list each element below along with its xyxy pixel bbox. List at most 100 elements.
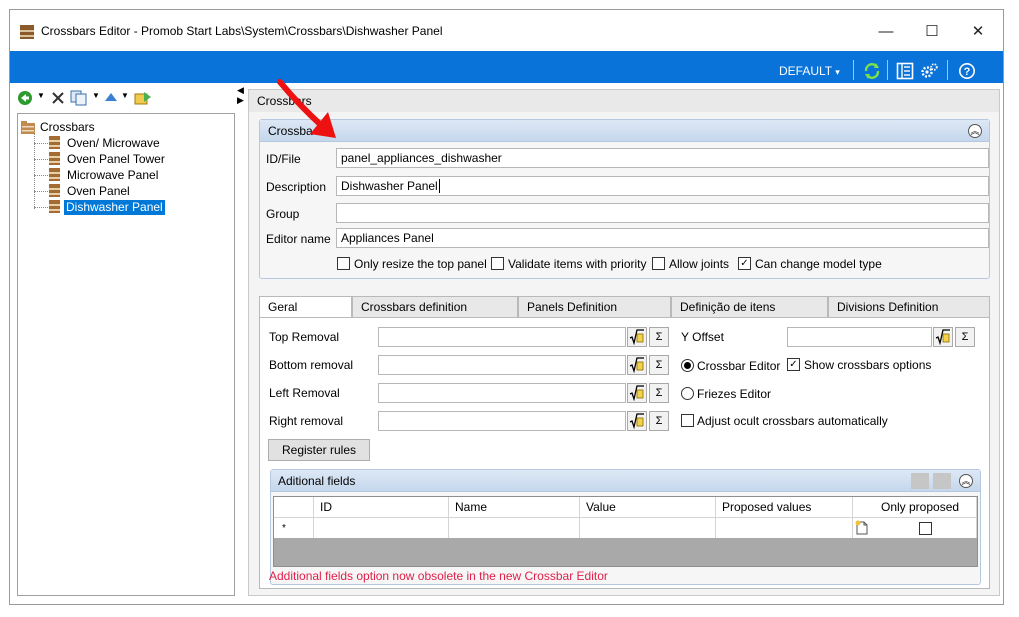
additional-fields-group: Aditional fields ︽ ID Name Value Propose… [270, 469, 981, 585]
expand-right-icon[interactable]: ▶ [237, 96, 244, 105]
show-crossbars-options-checkbox[interactable]: ✓ [787, 358, 800, 371]
id-file-input[interactable]: panel_appliances_dishwasher [336, 148, 989, 168]
delete-icon[interactable] [50, 90, 66, 106]
refresh-icon[interactable] [863, 62, 881, 80]
new-row-value-cell[interactable] [580, 517, 716, 538]
tree-item-oven-microwave[interactable]: Oven/ Microwave [65, 136, 162, 151]
profile-dropdown[interactable]: DEFAULT ▾ [779, 64, 840, 78]
tree-item-oven-panel[interactable]: Oven Panel [65, 184, 132, 199]
formula-button[interactable] [627, 383, 647, 403]
only-resize-top-panel-checkbox[interactable] [337, 257, 350, 270]
y-offset-label: Y Offset [681, 330, 724, 344]
new-document-icon[interactable] [854, 520, 870, 536]
formula-button[interactable] [627, 411, 647, 431]
formula-icon [629, 413, 644, 429]
column-header-value[interactable]: Value [580, 497, 716, 517]
column-header-id[interactable]: ID [314, 497, 449, 517]
group-title-bar: Aditional fields ︽ [271, 470, 980, 492]
group-title-bar: Crossba ︽ [260, 120, 989, 142]
minimize-button[interactable]: — [863, 20, 909, 42]
top-removal-label: Top Removal [269, 330, 340, 344]
chevron-down-icon[interactable]: ▼ [92, 91, 100, 100]
sum-button[interactable]: Σ [649, 355, 669, 375]
adjust-ocult-crossbars-label: Adjust ocult crossbars automatically [697, 414, 888, 428]
formula-icon [629, 329, 644, 345]
collapse-group-icon[interactable]: ︽ [968, 124, 982, 138]
new-row-marker: * [274, 517, 314, 538]
y-offset-input[interactable] [787, 327, 932, 347]
back-icon[interactable] [17, 90, 33, 106]
grid-action-button[interactable] [933, 473, 951, 489]
show-crossbars-options-label: Show crossbars options [804, 358, 932, 372]
tree-item-oven-panel-tower[interactable]: Oven Panel Tower [65, 152, 167, 167]
collapse-left-icon[interactable]: ◀ [237, 86, 244, 95]
formula-icon [935, 329, 950, 345]
can-change-model-type-checkbox[interactable]: ✓ [738, 257, 751, 270]
description-input[interactable]: Dishwasher Panel​ [336, 176, 989, 196]
right-removal-input[interactable] [378, 411, 626, 431]
tab-crossbars-definition[interactable]: Crossbars definition [352, 296, 518, 318]
grid-action-button[interactable] [911, 473, 929, 489]
tree-item-microwave-panel[interactable]: Microwave Panel [65, 168, 160, 183]
tab-definicao-de-itens[interactable]: Definição de itens [671, 296, 828, 318]
editor-name-input[interactable]: Appliances Panel [336, 228, 989, 248]
grid-row-header [274, 497, 314, 517]
formula-button[interactable] [627, 327, 647, 347]
help-icon[interactable]: ? [958, 62, 976, 80]
tab-geral[interactable]: Geral [259, 296, 352, 318]
chevron-down-icon[interactable]: ▼ [37, 91, 45, 100]
export-icon[interactable] [134, 90, 152, 106]
register-rules-button[interactable]: Register rules [268, 439, 370, 461]
editor-panel: Crossbars Crossba ︽ ID/File panel_applia… [248, 89, 1000, 596]
formula-button[interactable] [627, 355, 647, 375]
formula-button[interactable] [933, 327, 953, 347]
additional-fields-grid: ID Name Value Proposed values Only propo… [273, 496, 978, 567]
tree-item-dishwasher-panel[interactable]: Dishwasher Panel [64, 200, 165, 215]
tree-root-crossbars[interactable]: Crossbars [38, 120, 97, 135]
new-row-proposed-values-cell[interactable] [716, 517, 853, 538]
tree-line [34, 159, 48, 160]
crossbar-item-icon [49, 152, 60, 165]
new-row-only-proposed-cell[interactable] [853, 517, 977, 538]
close-button[interactable]: ✕ [955, 20, 1001, 42]
column-header-name[interactable]: Name [449, 497, 580, 517]
move-up-icon[interactable] [104, 90, 118, 106]
chevron-down-icon[interactable]: ▼ [121, 91, 129, 100]
sum-button[interactable]: Σ [649, 411, 669, 431]
column-header-only-proposed[interactable]: Only proposed [853, 497, 977, 517]
new-row-id-cell[interactable] [314, 517, 449, 538]
crossbar-editor-radio[interactable] [681, 359, 694, 372]
description-value: Dishwasher Panel [341, 179, 438, 193]
main-toolbar: DEFAULT ▾ ? [10, 51, 1003, 83]
group-input[interactable] [336, 203, 989, 223]
top-removal-input[interactable] [378, 327, 626, 347]
column-header-proposed-values[interactable]: Proposed values [716, 497, 853, 517]
friezes-editor-radio[interactable] [681, 387, 694, 400]
tab-panels-definition[interactable]: Panels Definition [518, 296, 671, 318]
settings-icon[interactable] [920, 62, 938, 80]
left-removal-input[interactable] [378, 383, 626, 403]
sum-button[interactable]: Σ [649, 383, 669, 403]
validate-items-priority-checkbox[interactable] [491, 257, 504, 270]
only-proposed-checkbox[interactable] [919, 522, 932, 535]
new-row-name-cell[interactable] [449, 517, 580, 538]
folder-icon [21, 121, 35, 134]
window-title: Crossbars Editor - Promob Start Labs\Sys… [41, 24, 443, 38]
crossbar-item-icon [49, 136, 60, 149]
toolbar-separator [947, 60, 948, 80]
geral-tab-content: Top Removal Σ Bottom removal Σ Left Remo… [259, 317, 990, 589]
panel-layout-icon[interactable] [896, 62, 914, 80]
adjust-ocult-crossbars-checkbox[interactable] [681, 414, 694, 427]
sum-button[interactable]: Σ [649, 327, 669, 347]
maximize-button[interactable]: ☐ [909, 20, 955, 42]
only-resize-top-panel-label: Only resize the top panel [354, 257, 487, 271]
collapse-group-icon[interactable]: ︽ [959, 474, 973, 488]
allow-joints-checkbox[interactable] [652, 257, 665, 270]
sum-button[interactable]: Σ [955, 327, 975, 347]
bottom-removal-input[interactable] [378, 355, 626, 375]
copy-icon[interactable] [70, 90, 88, 106]
tab-divisions-definition[interactable]: Divisions Definition [828, 296, 990, 318]
formula-icon [629, 385, 644, 401]
bottom-removal-label: Bottom removal [269, 358, 354, 372]
tree-line [34, 207, 48, 208]
